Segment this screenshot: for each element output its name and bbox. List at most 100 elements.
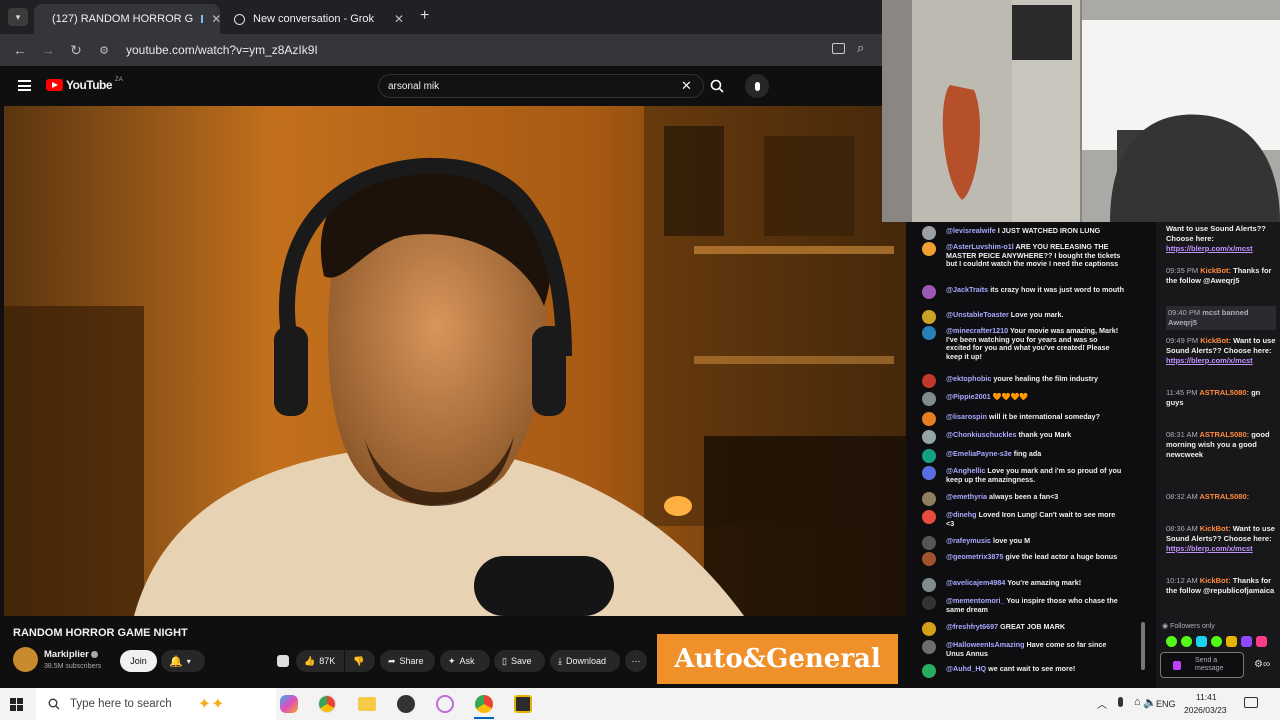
chat-username[interactable]: @Auhd_HQ [946, 664, 986, 673]
more-actions-button[interactable]: ⋯ [625, 650, 647, 672]
chat-avatar[interactable] [922, 449, 936, 463]
chat-avatar[interactable] [922, 596, 936, 610]
chat-username[interactable]: @EmeliaPayne-s3e [946, 449, 1012, 458]
chat-username[interactable]: @levisrealwife [946, 226, 996, 235]
emote-icon[interactable] [1256, 636, 1267, 647]
menu-icon[interactable] [18, 80, 31, 91]
copilot-icon[interactable] [280, 695, 298, 713]
chat-avatar[interactable] [922, 552, 936, 566]
reload-icon[interactable]: ↻ [62, 42, 90, 59]
channel-avatar[interactable] [13, 647, 38, 672]
back-icon[interactable]: ← [6, 42, 34, 58]
site-info-icon[interactable]: ⚙ [90, 44, 118, 57]
chat-username[interactable]: @rafeymusic [946, 536, 991, 545]
side-chat-link[interactable]: https://blerp.com/x/mcst [1166, 356, 1253, 365]
emote-icon[interactable] [1226, 636, 1237, 647]
chat-avatar[interactable] [922, 326, 936, 340]
notification-bell-button[interactable]: 🔔 ▾ [161, 650, 205, 672]
like-button[interactable]: 👍 87K [296, 650, 344, 672]
chat-username[interactable]: @avelicajem4984 [946, 578, 1005, 587]
install-app-icon[interactable] [832, 43, 845, 54]
tab-youtube[interactable]: (127) RANDOM HORROR G ✕ [34, 4, 220, 34]
snipping-tool-icon[interactable] [436, 695, 454, 713]
tray-chevron-icon[interactable]: ︿ [1097, 696, 1107, 711]
emote-picker-icon[interactable] [1173, 661, 1181, 670]
chat-username[interactable]: @geometrix3875 [946, 552, 1003, 561]
ask-button[interactable]: ✦ Ask [440, 650, 490, 672]
tab-list-chevron-icon[interactable]: ▾ [8, 8, 28, 26]
app-icon[interactable] [514, 695, 532, 713]
side-chat-username[interactable]: ASTRAL5080: [1200, 492, 1250, 501]
side-chat-link[interactable]: https://blerp.com/x/mcst [1166, 544, 1253, 553]
emote-icon[interactable] [1181, 636, 1192, 647]
chat-avatar[interactable] [922, 242, 936, 256]
emote-icon[interactable] [1211, 636, 1222, 647]
chat-username[interactable]: @emethyria [946, 492, 987, 501]
voice-search-button[interactable] [745, 74, 769, 98]
chat-username[interactable]: @freshfryt6697 [946, 622, 998, 631]
chat-settings-icon[interactable]: ⚙∞ [1254, 659, 1270, 670]
youtube-logo[interactable]: YouTube ZA [46, 77, 123, 92]
chat-avatar[interactable] [922, 310, 936, 324]
chat-avatar[interactable] [922, 430, 936, 444]
save-button[interactable]: ▯ Save [494, 650, 545, 672]
emote-icon[interactable] [1166, 636, 1177, 647]
chat-avatar[interactable] [922, 392, 936, 406]
side-chat-username[interactable]: KickBot: [1200, 524, 1231, 533]
network-icon[interactable]: ⌂ [1134, 696, 1141, 708]
chat-username[interactable]: @lisarospin [946, 412, 987, 421]
clock-date[interactable]: 2026/03/23 [1184, 705, 1227, 715]
url-field[interactable]: youtube.com/watch?v=ym_z8AzIk9I [126, 43, 318, 57]
side-chat-username[interactable]: KickBot: [1200, 266, 1231, 275]
search-input[interactable]: arsonal mik ✕ [378, 74, 704, 98]
chat-scrollbar[interactable] [1141, 622, 1145, 670]
share-button[interactable]: ➦ Share [380, 650, 435, 672]
side-chat-username[interactable]: KickBot: [1200, 336, 1231, 345]
forward-icon[interactable]: → [34, 42, 62, 58]
side-chat-username[interactable]: KickBot: [1200, 576, 1231, 585]
chrome-icon[interactable] [318, 695, 336, 713]
language-indicator[interactable]: ENG [1156, 699, 1176, 709]
chat-avatar[interactable] [922, 466, 936, 480]
channel-name[interactable]: Markiplier [44, 649, 89, 660]
clear-search-icon[interactable]: ✕ [681, 78, 692, 94]
chat-avatar[interactable] [922, 640, 936, 654]
chat-username[interactable]: @Pippie2001 [946, 392, 991, 401]
chat-username[interactable]: @JackTraits [946, 285, 988, 294]
microphone-icon[interactable] [1118, 697, 1123, 707]
video-player[interactable] [4, 106, 906, 616]
chat-avatar[interactable] [922, 374, 936, 388]
ad-banner[interactable]: Auto&General [657, 634, 898, 684]
zoom-icon[interactable]: ⌕ [857, 40, 864, 56]
side-chat-link[interactable]: https://blerp.com/x/mcst [1166, 244, 1253, 253]
obs-icon[interactable] [397, 695, 415, 713]
file-explorer-icon[interactable] [358, 697, 376, 711]
chat-username[interactable]: @ektophobic [946, 374, 991, 383]
clock-time[interactable]: 11:41 [1196, 692, 1217, 702]
emote-icon[interactable] [1241, 636, 1252, 647]
volume-icon[interactable]: 🔈 [1143, 696, 1157, 709]
search-button[interactable] [704, 74, 730, 98]
chat-username[interactable]: @Chonkiuschuckles [946, 430, 1017, 439]
start-button[interactable] [10, 698, 23, 711]
close-tab-icon[interactable]: ✕ [211, 12, 220, 26]
send-message-input[interactable]: Send a message [1160, 652, 1244, 678]
chat-avatar[interactable] [922, 226, 936, 240]
download-button[interactable]: ⤓ Download [550, 650, 620, 672]
chat-avatar[interactable] [922, 622, 936, 636]
taskbar-search[interactable]: Type here to search ✦✦ [36, 688, 276, 720]
chat-username[interactable]: @UnstableToaster [946, 310, 1009, 319]
emote-icon[interactable] [1196, 636, 1207, 647]
chat-avatar[interactable] [922, 578, 936, 592]
side-chat-username[interactable]: ASTRAL5080: [1199, 388, 1249, 397]
hype-icon[interactable] [277, 655, 289, 667]
chat-avatar[interactable] [922, 285, 936, 299]
notification-icon[interactable] [1244, 697, 1258, 708]
tab-grok[interactable]: New conversation - Grok ✕ [224, 4, 414, 34]
chat-avatar[interactable] [922, 510, 936, 524]
chat-avatar[interactable] [922, 492, 936, 506]
chat-avatar[interactable] [922, 664, 936, 678]
side-chat-username[interactable]: ASTRAL5080: [1200, 430, 1250, 439]
chat-avatar[interactable] [922, 536, 936, 550]
chrome-active-icon[interactable] [475, 695, 493, 713]
